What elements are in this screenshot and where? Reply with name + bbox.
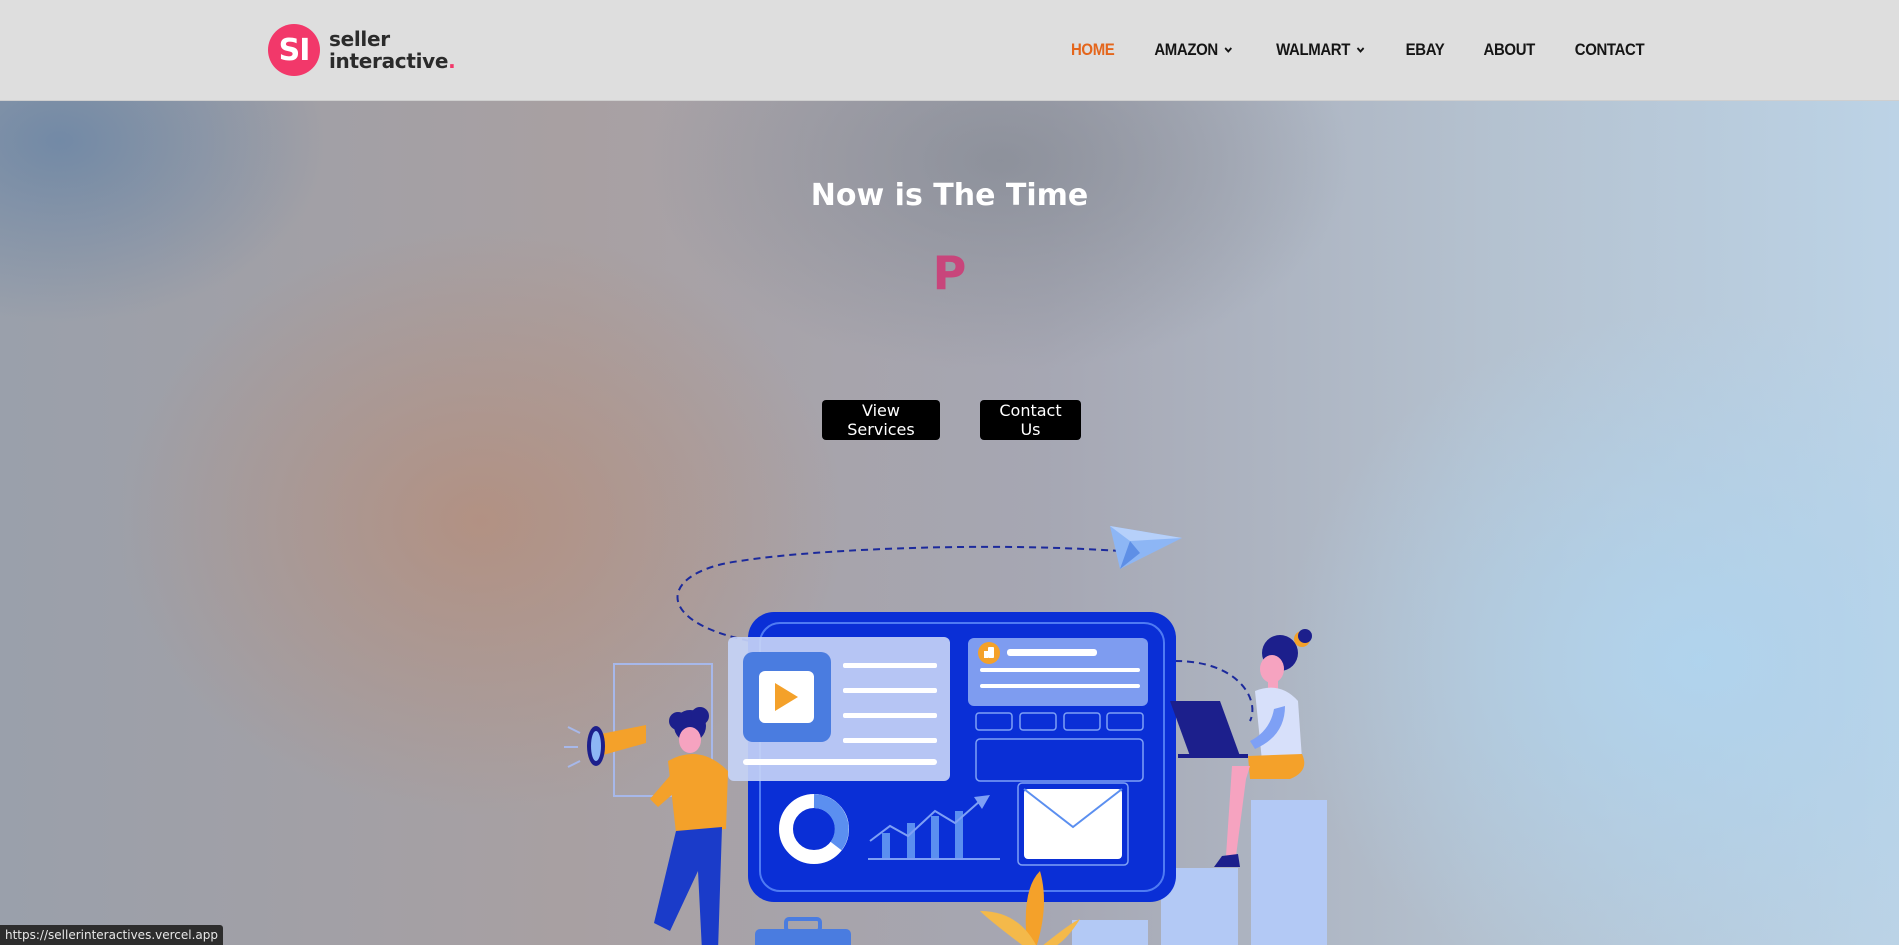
hero-section: Now is The Time P View Services Contact … [0, 101, 1899, 945]
hero-typed-text: P [932, 246, 967, 300]
digital-marketing-illustration [564, 526, 1327, 945]
nav-item-label: AMAZON [1154, 40, 1219, 59]
contact-us-button[interactable]: Contact Us [980, 400, 1081, 440]
main-nav: HOME AMAZON WALMART EBAY ABOUT CONTACT [1068, 0, 1649, 100]
view-services-button[interactable]: View Services [822, 400, 940, 440]
step-block [1251, 800, 1327, 945]
brand-logo[interactable]: SI seller interactive. [268, 24, 456, 76]
hero-title: Now is The Time [810, 178, 1089, 213]
chevron-down-icon [1357, 47, 1365, 53]
nav-item-amazon[interactable]: AMAZON [1154, 40, 1233, 60]
logo-line-2: interactive. [329, 49, 456, 73]
nav-item-label: HOME [1070, 40, 1115, 59]
logo-badge: SI [268, 24, 320, 76]
nav-item-label: EBAY [1406, 40, 1445, 59]
briefcase-icon [755, 917, 851, 945]
nav-item-ebay[interactable]: EBAY [1406, 40, 1445, 60]
nav-item-about[interactable]: ABOUT [1483, 40, 1535, 60]
nav-item-contact[interactable]: CONTACT [1575, 40, 1645, 60]
nav-item-home[interactable]: HOME [1070, 40, 1115, 60]
nav-item-walmart[interactable]: WALMART [1276, 40, 1365, 60]
status-bar-url: https://sellerinteractives.vercel.app [0, 925, 224, 945]
man-with-megaphone [564, 707, 728, 945]
logo-line-1: seller [329, 27, 390, 51]
nav-item-label: WALMART [1276, 40, 1351, 59]
chevron-down-icon [1224, 47, 1233, 53]
nav-item-label: ABOUT [1483, 40, 1535, 59]
paper-plane-icon [1110, 526, 1182, 569]
nav-item-label: CONTACT [1574, 40, 1645, 59]
step-block [1072, 920, 1148, 945]
top-navbar: SI seller interactive. HOME AMAZON WALMA… [0, 0, 1899, 101]
logo-wordmark: seller interactive. [329, 27, 456, 73]
